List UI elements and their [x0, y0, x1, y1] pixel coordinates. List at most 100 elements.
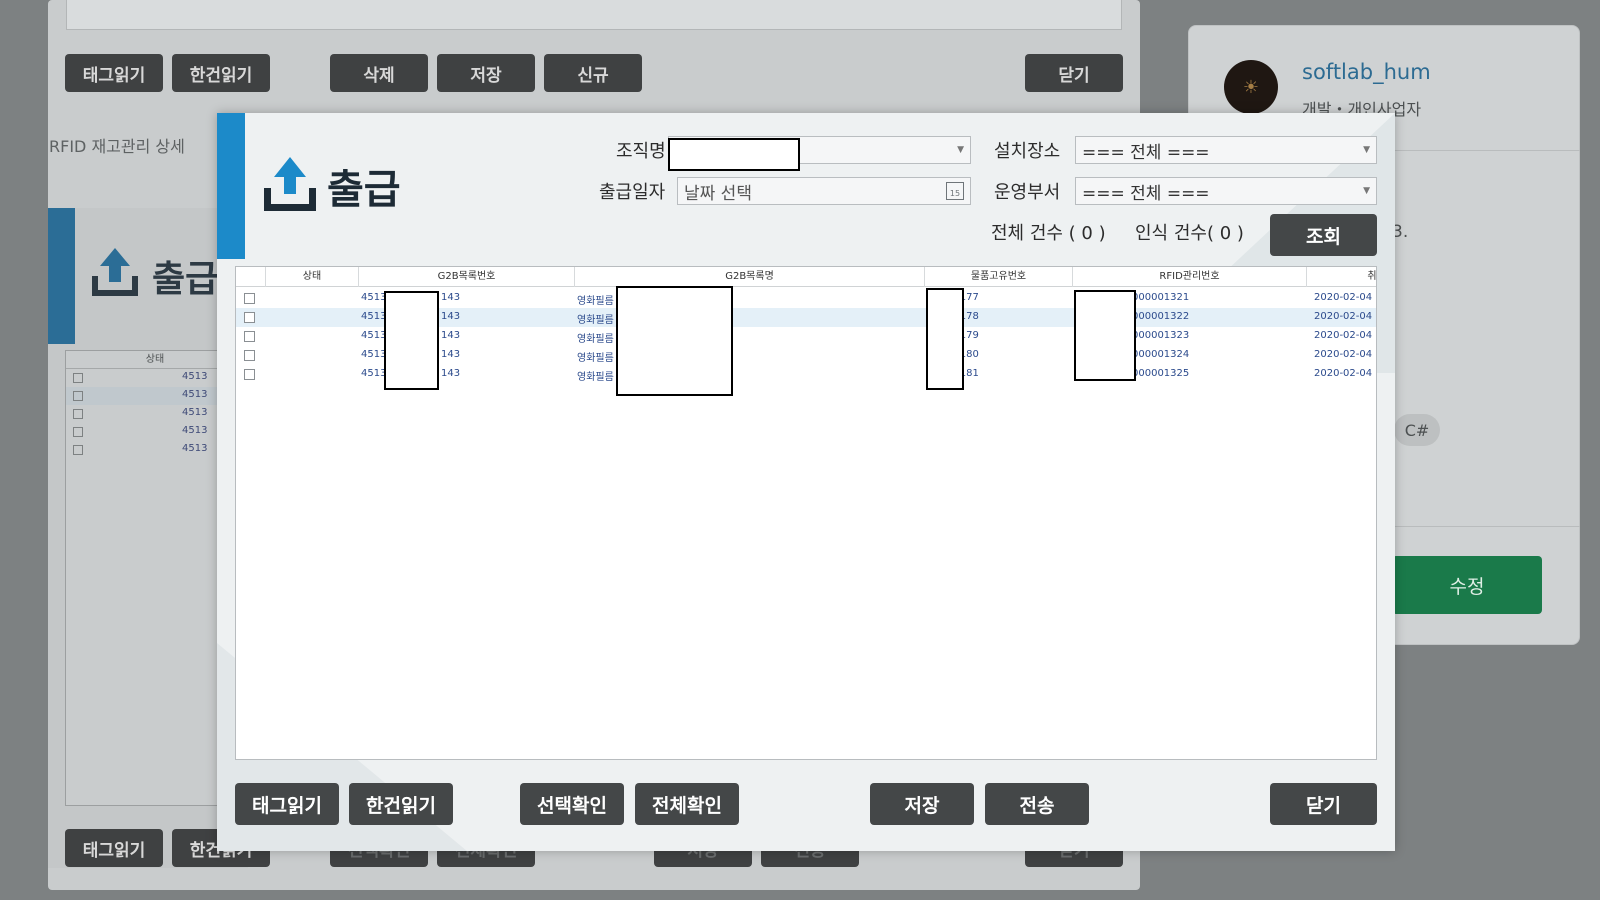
cell-rfid-no: 000001323: [1132, 330, 1190, 341]
cell-g2b-name: 영화필름: [577, 315, 614, 326]
dialog-title: 출급: [327, 167, 401, 213]
redaction-box: [1074, 290, 1136, 381]
dialog-accent-bar: [217, 113, 245, 259]
cell-g2b-no-suffix: 143: [441, 292, 461, 303]
background-title: 출급: [152, 259, 219, 300]
date-input[interactable]: 날짜 선택 15: [677, 177, 971, 205]
grid-header-status[interactable]: 상태: [266, 267, 359, 287]
bg-save-button[interactable]: 저장: [437, 54, 535, 92]
location-label: 설치장소: [994, 141, 1061, 162]
date-input-placeholder: 날짜 선택: [684, 183, 752, 204]
release-dialog: 출급 조직명 ▼ 설치장소 === 전체 === ▼ 출급일자 날짜 선택 15…: [217, 113, 1395, 851]
cell-g2b-no-prefix: 4513: [361, 330, 387, 341]
avatar[interactable]: ☀: [1224, 60, 1278, 114]
bg-row-number: 4513: [182, 389, 208, 400]
tag-read-button[interactable]: 태그읽기: [235, 783, 339, 825]
cell-g2b-no-suffix: 143: [441, 368, 461, 379]
upload-icon: [92, 248, 138, 296]
send-button[interactable]: 전송: [985, 783, 1089, 825]
redaction-box: [668, 138, 800, 171]
row-checkbox[interactable]: [244, 350, 255, 361]
avatar-emblem-icon: ☀: [1242, 76, 1260, 98]
bg-table-header-status: 상태: [145, 354, 165, 365]
total-count: 전체 건수 ( 0 ): [991, 223, 1106, 244]
bg-new-button[interactable]: 신규: [544, 54, 642, 92]
grid-header-g2b-no[interactable]: G2B목록번호: [359, 267, 575, 287]
cell-acquired-date: 2020-02-04: [1314, 349, 1373, 360]
grid-header-acquired-date[interactable]: 취득일: [1307, 267, 1376, 287]
cell-acquired-date: 2020-02-04: [1314, 311, 1373, 322]
bg-single-read-button[interactable]: 한건읽기: [172, 54, 270, 92]
cell-rfid-no: 000001321: [1132, 292, 1190, 303]
cell-acquired-date: 2020-02-04: [1314, 368, 1373, 379]
grid-header-rfid-no[interactable]: RFID관리번호: [1073, 267, 1307, 287]
upload-icon: [264, 157, 316, 211]
cell-g2b-no-suffix: 143: [441, 330, 461, 341]
checkbox[interactable]: [73, 427, 83, 437]
location-select[interactable]: === 전체 === ▼: [1075, 136, 1377, 164]
checkbox[interactable]: [73, 409, 83, 419]
release-grid: 상태 G2B목록번호 G2B목록명 물품고유번호 RFID관리번호 취득일 45…: [235, 266, 1377, 760]
skill-tag[interactable]: C#: [1394, 414, 1440, 446]
cell-g2b-name: 영화필름: [577, 372, 614, 383]
breadcrumb: RFID 재고관리 상세: [49, 137, 185, 156]
cell-rfid-no: 000001322: [1132, 311, 1190, 322]
cell-g2b-name: 영화필름: [577, 353, 614, 364]
checkbox[interactable]: [73, 445, 83, 455]
cell-g2b-no-prefix: 4513: [361, 292, 387, 303]
bg-tag-read-button[interactable]: 태그읽기: [65, 54, 163, 92]
all-confirm-button[interactable]: 전체확인: [635, 783, 739, 825]
location-select-value: === 전체 ===: [1082, 142, 1210, 163]
row-checkbox[interactable]: [244, 369, 255, 380]
cell-g2b-no-prefix: 4513: [361, 311, 387, 322]
cell-g2b-no-suffix: 143: [441, 311, 461, 322]
chevron-down-icon: ▼: [1363, 186, 1370, 196]
chevron-down-icon: ▼: [1363, 145, 1370, 155]
row-checkbox[interactable]: [244, 331, 255, 342]
grid-header: 상태 G2B목록번호 G2B목록명 물품고유번호 RFID관리번호 취득일: [236, 267, 1376, 287]
bg-row-number: 4513: [182, 425, 208, 436]
calendar-icon[interactable]: 15: [946, 182, 964, 200]
row-checkbox[interactable]: [244, 293, 255, 304]
cell-g2b-no-prefix: 4513: [361, 349, 387, 360]
date-label: 출급일자: [599, 182, 666, 203]
cell-acquired-date: 2020-02-04: [1314, 292, 1373, 303]
chevron-down-icon: ▼: [957, 145, 964, 155]
profile-name[interactable]: softlab_hum: [1302, 60, 1431, 84]
cell-acquired-date: 2020-02-04: [1314, 330, 1373, 341]
background-text-area: [66, 0, 1122, 30]
org-label: 조직명: [616, 141, 666, 162]
cell-g2b-name: 영화필름: [577, 296, 614, 307]
dept-select-value: === 전체 ===: [1082, 183, 1210, 204]
select-confirm-button[interactable]: 선택확인: [520, 783, 624, 825]
search-button[interactable]: 조회: [1270, 214, 1377, 256]
cell-rfid-no: 000001324: [1132, 349, 1190, 360]
cell-g2b-no-prefix: 4513: [361, 368, 387, 379]
redaction-box: [384, 291, 439, 390]
edit-button[interactable]: 수정: [1392, 556, 1542, 614]
grid-header-checkbox-cell: [236, 267, 266, 287]
bg-row-number: 4513: [182, 443, 208, 454]
bg-row-number: 4513: [182, 407, 208, 418]
close-button[interactable]: 닫기: [1270, 783, 1377, 825]
save-button[interactable]: 저장: [870, 783, 974, 825]
row-checkbox[interactable]: [244, 312, 255, 323]
bg-bottom-tag-read-button[interactable]: 태그읽기: [65, 829, 163, 867]
cell-g2b-no-suffix: 143: [441, 349, 461, 360]
redaction-box: [926, 288, 964, 390]
bg-row-number: 4513: [182, 371, 208, 382]
dept-select[interactable]: === 전체 === ▼: [1075, 177, 1377, 205]
bg-close-button[interactable]: 닫기: [1025, 54, 1123, 92]
dept-label: 운영부서: [994, 182, 1061, 203]
checkbox[interactable]: [73, 373, 83, 383]
background-accent-bar: [48, 208, 75, 344]
bg-delete-button[interactable]: 삭제: [330, 54, 428, 92]
grid-header-g2b-name[interactable]: G2B목록명: [575, 267, 925, 287]
redaction-box: [616, 286, 733, 396]
checkbox[interactable]: [73, 391, 83, 401]
single-read-button[interactable]: 한건읽기: [349, 783, 453, 825]
grid-header-item-no[interactable]: 물품고유번호: [925, 267, 1073, 287]
calendar-icon-day: 15: [949, 189, 961, 198]
cell-rfid-no: 000001325: [1132, 368, 1190, 379]
recognized-count: 인식 건수( 0 ): [1135, 223, 1244, 244]
